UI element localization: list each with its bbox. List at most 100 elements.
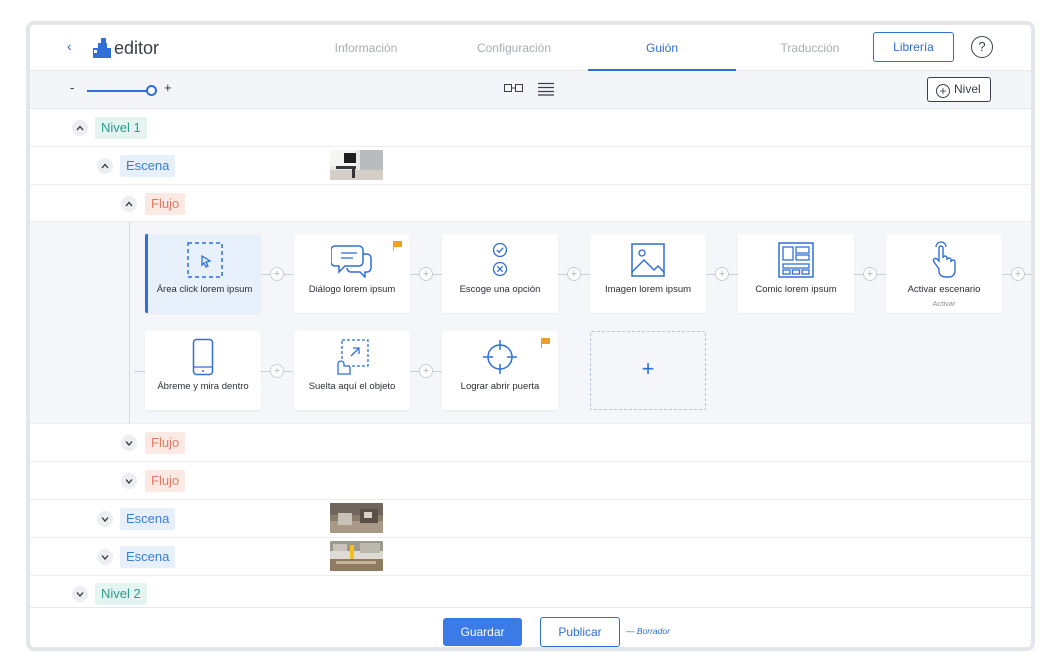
chevron-down-icon[interactable] — [121, 473, 137, 489]
chevron-down-icon[interactable] — [72, 586, 88, 602]
add-step-button[interactable]: + — [1011, 267, 1025, 281]
tree-row-flujo1: Flujo — [30, 185, 1031, 222]
image-icon — [590, 240, 706, 280]
flow-card-door[interactable]: Lograr abrir puerta — [442, 331, 558, 410]
flow-cards-area: Área click lorem ipsum + Diálogo lorem i… — [30, 222, 1031, 424]
tree-row-escena3: Escena — [30, 538, 1031, 576]
card-label: Imagen lorem ipsum — [604, 284, 692, 295]
card-view-icon[interactable] — [504, 83, 524, 93]
toolbar: - + + Nivel — [30, 71, 1031, 109]
chevron-up-icon[interactable] — [72, 120, 88, 136]
tab-configuracion[interactable]: Configuración — [440, 25, 588, 71]
card-label: Ábreme y mira dentro — [157, 381, 249, 392]
add-step-button[interactable]: + — [419, 267, 433, 281]
scene-thumbnail[interactable] — [330, 503, 383, 533]
tree-row-nivel2: Nivel 2 — [30, 576, 1031, 610]
flow-card-activate[interactable]: Activar escenario Activar — [886, 234, 1002, 313]
scene-thumbnail[interactable] — [330, 541, 383, 571]
comic-layout-icon — [738, 240, 854, 280]
tab-traduccion[interactable]: Traducción — [736, 25, 884, 71]
flow-card-image[interactable]: Imagen lorem ipsum — [590, 234, 706, 313]
nivel-tag[interactable]: Nivel 2 — [95, 583, 147, 605]
add-step-button[interactable]: + — [567, 267, 581, 281]
flow-card-drop[interactable]: Suelta aquí el objeto — [294, 331, 410, 410]
cursor-area-icon — [148, 240, 261, 280]
tree-row-escena2: Escena — [30, 500, 1031, 538]
add-step-button[interactable]: + — [270, 267, 284, 281]
draft-status: — Borrador — [626, 626, 670, 636]
chevron-left-icon[interactable]: ‹ — [67, 38, 72, 54]
logo: editor — [93, 36, 159, 58]
tree-row-flujo3: Flujo — [30, 462, 1031, 500]
add-level-button[interactable]: + Nivel — [927, 77, 991, 102]
connector: + — [261, 267, 293, 281]
header: ‹ editor Información Configuración Guión… — [30, 25, 1031, 72]
publish-button[interactable]: Publicar — [540, 617, 620, 647]
editor-window: ‹ editor Información Configuración Guión… — [26, 21, 1035, 651]
tab-bar: Información Configuración Guión Traducci… — [292, 25, 884, 72]
plus-icon: + — [641, 356, 655, 381]
flujo-tag[interactable]: Flujo — [145, 470, 186, 492]
touch-hand-icon — [886, 240, 1002, 280]
add-step-button[interactable]: + — [863, 267, 877, 281]
card-label: Activar escenario — [907, 284, 981, 295]
flujo-tag[interactable]: Flujo — [145, 432, 186, 454]
zoom-slider-handle[interactable] — [146, 85, 157, 96]
chevron-down-icon[interactable] — [121, 435, 137, 451]
tree-row-nivel1: Nivel 1 — [30, 109, 1031, 147]
card-label: Comic lorem ipsum — [755, 284, 837, 295]
flow-card-phone[interactable]: Ábreme y mira dentro — [145, 331, 261, 410]
save-button[interactable]: Guardar — [443, 618, 522, 646]
connector: + — [558, 267, 590, 281]
flow-card-comic[interactable]: Comic lorem ipsum — [738, 234, 854, 313]
help-icon[interactable]: ? — [971, 36, 993, 58]
add-step-button[interactable]: + — [419, 364, 433, 378]
chevron-down-icon[interactable] — [97, 511, 113, 527]
drag-drop-icon — [294, 337, 410, 377]
flujo-tag[interactable]: Flujo — [145, 193, 186, 215]
connector: + — [261, 364, 293, 378]
chevron-up-icon[interactable] — [97, 158, 113, 174]
connector: + — [706, 267, 738, 281]
card-sublabel: Activar — [932, 299, 956, 308]
tab-informacion[interactable]: Información — [292, 25, 440, 71]
escena-tag[interactable]: Escena — [120, 546, 176, 568]
zoom-out-button[interactable]: - — [70, 80, 74, 95]
crosshair-icon — [442, 337, 558, 377]
chevron-up-icon[interactable] — [121, 196, 137, 212]
nivel-tag[interactable]: Nivel 1 — [95, 117, 147, 139]
card-label: Suelta aquí el objeto — [308, 381, 396, 392]
escena-tag[interactable]: Escena — [120, 508, 176, 530]
zoom-in-button[interactable]: + — [164, 80, 172, 95]
tree-row-flujo2: Flujo — [30, 424, 1031, 462]
flow-card-click-area[interactable]: Área click lorem ipsum — [145, 234, 261, 313]
tab-guion[interactable]: Guión — [588, 25, 736, 72]
tree-row-escena1: Escena — [30, 147, 1031, 185]
library-button[interactable]: Librería — [873, 32, 954, 62]
card-label: Diálogo lorem ipsum — [308, 284, 396, 295]
add-step-button[interactable]: + — [715, 267, 729, 281]
phone-icon — [145, 337, 261, 377]
card-label: Lograr abrir puerta — [460, 381, 540, 392]
scene-thumbnail[interactable] — [330, 150, 383, 180]
check-cross-icon — [442, 240, 558, 280]
escena-tag[interactable]: Escena — [120, 155, 176, 177]
logo-text: editor — [114, 38, 160, 58]
flow-card-choice[interactable]: Escoge una opción — [442, 234, 558, 313]
add-card-button[interactable]: + — [590, 331, 706, 410]
logo-icon — [93, 38, 111, 58]
plus-circle-icon: + — [936, 84, 950, 98]
card-label: Escoge una opción — [459, 284, 541, 295]
connector: + — [1002, 267, 1031, 281]
add-step-button[interactable]: + — [270, 364, 284, 378]
add-level-label: Nivel — [954, 82, 981, 96]
card-label: Área click lorem ipsum — [156, 284, 253, 295]
zoom-slider-track[interactable] — [87, 90, 154, 92]
footer: Guardar Publicar — Borrador — [30, 607, 1031, 647]
connector: + — [410, 364, 442, 378]
tree-line-flujo — [129, 222, 130, 424]
chevron-down-icon[interactable] — [97, 549, 113, 565]
list-view-icon[interactable] — [538, 82, 554, 96]
flow-card-dialog[interactable]: Diálogo lorem ipsum — [294, 234, 410, 313]
connector: + — [854, 267, 886, 281]
